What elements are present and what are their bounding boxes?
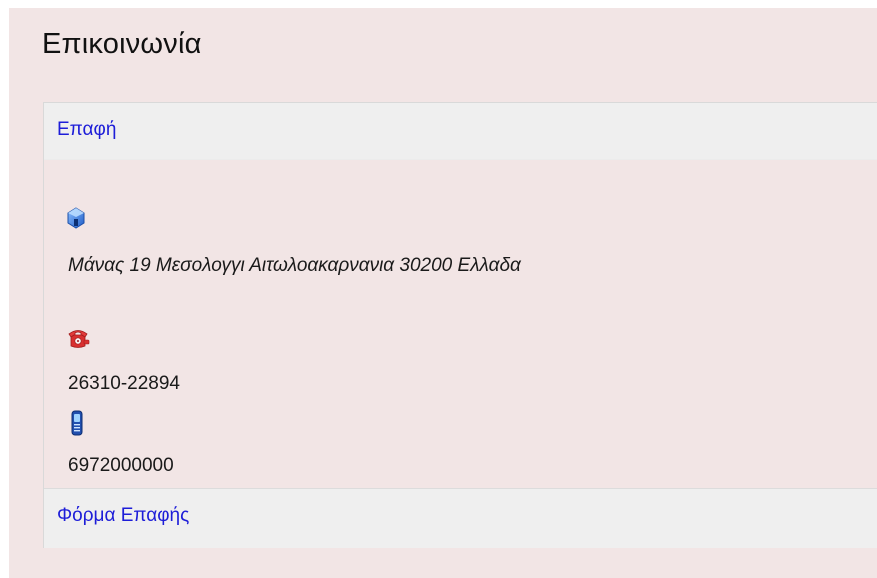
contact-link[interactable]: Επαφή (57, 119, 116, 141)
contact-panel: Επαφή Μάνας 19 Μεσολογγι Αιτωλοακαρνανια… (43, 102, 877, 548)
page-title: Επικοινωνία (42, 28, 202, 60)
mobile-phone-icon (71, 410, 83, 436)
phone-number: 26310-22894 (68, 373, 180, 394)
contact-form-link[interactable]: Φόρμα Επαφής (57, 505, 189, 527)
mobile-number: 6972000000 (68, 455, 174, 476)
house-icon (67, 207, 85, 229)
contact-panel-footer: Φόρμα Επαφής (44, 488, 877, 548)
contact-panel-header: Επαφή (44, 103, 877, 160)
telephone-icon (68, 330, 90, 348)
contact-page: Επικοινωνία Επαφή Μάνας 19 Μεσολογγι Αιτ… (9, 8, 877, 578)
address-text: Μάνας 19 Μεσολογγι Αιτωλοακαρνανια 30200… (68, 255, 521, 276)
